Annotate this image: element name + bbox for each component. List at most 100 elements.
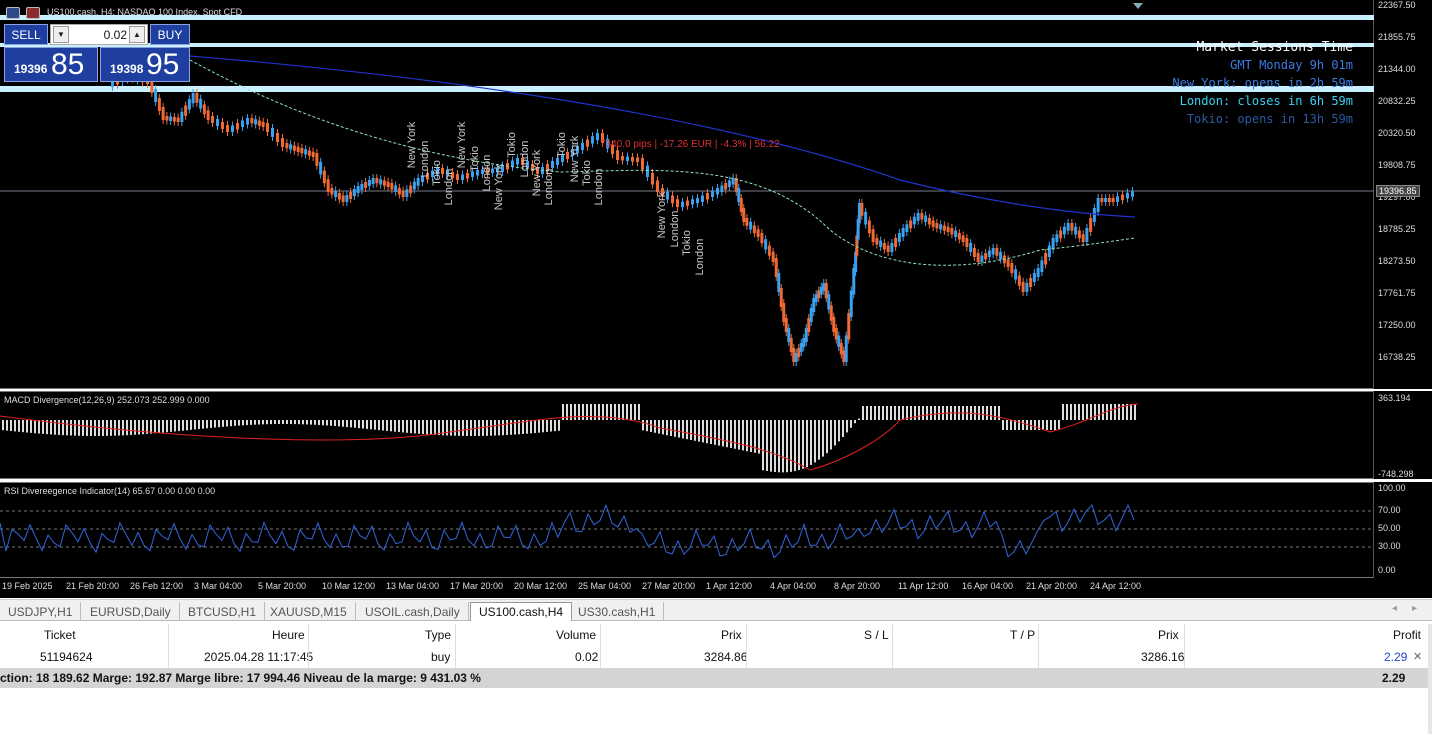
header-sl[interactable]: S / L xyxy=(864,628,889,642)
macd-histogram-bar xyxy=(834,420,836,446)
header-volume[interactable]: Volume xyxy=(556,628,596,642)
macd-histogram-bar xyxy=(402,420,404,433)
buy-button[interactable]: BUY xyxy=(150,24,190,45)
price-chart[interactable]: New York London Tokio London New York Tokio Lo… xyxy=(0,0,1374,389)
header-profit[interactable]: Profit xyxy=(1393,628,1421,642)
lot-size-stepper[interactable]: ▼ ▲ xyxy=(50,24,148,45)
candle xyxy=(1055,234,1059,242)
price-chart-canvas[interactable]: New York London Tokio LondonNew York Tokio Lo… xyxy=(0,0,1374,389)
macd-histogram-bar xyxy=(874,406,876,420)
macd-histogram-bar xyxy=(922,406,924,420)
macd-histogram-bar xyxy=(994,406,996,420)
macd-histogram-bar xyxy=(326,420,328,426)
candle xyxy=(154,89,158,102)
candle xyxy=(551,161,554,168)
macd-histogram-bar xyxy=(318,420,320,426)
macd-histogram-bar xyxy=(658,420,660,434)
macd-histogram-bar xyxy=(274,420,276,425)
macd-histogram-bar xyxy=(342,420,344,427)
macd-histogram-bar xyxy=(58,420,60,435)
chart-menu-icon[interactable] xyxy=(6,7,20,19)
candle xyxy=(931,220,935,227)
price-axis-tick: 21855.75 xyxy=(1378,32,1416,42)
table-row[interactable]: 51194624 2025.04.28 11:17:45 buy 0.02 32… xyxy=(0,646,1432,668)
header-type[interactable]: Type xyxy=(425,628,451,642)
macd-histogram-bar xyxy=(830,420,832,450)
candle xyxy=(927,218,931,225)
candle xyxy=(920,213,924,220)
macd-histogram-bar xyxy=(70,420,72,436)
macd-histogram-bar xyxy=(382,420,384,431)
chart-tab[interactable]: USOIL.cash,Daily xyxy=(357,602,469,621)
candle xyxy=(646,165,649,177)
candle xyxy=(330,188,334,195)
tab-scroll-right-icon[interactable]: ▸ xyxy=(1412,603,1417,614)
column-divider xyxy=(1038,624,1039,668)
macd-indicator[interactable]: MACD Divergence(12,26,9) 252.073 252.999… xyxy=(0,391,1374,479)
header-price[interactable]: Prix xyxy=(721,628,742,642)
macd-histogram-bar xyxy=(662,420,664,435)
chart-tab[interactable]: EURUSD,Daily xyxy=(82,602,180,621)
chart-tab[interactable]: BTCUSD,H1 xyxy=(180,602,266,621)
chart-tab[interactable]: USDJPY,H1 xyxy=(0,602,82,621)
macd-histogram-bar xyxy=(214,420,216,428)
lot-size-input[interactable] xyxy=(71,26,127,43)
header-tp[interactable]: T / P xyxy=(1010,628,1035,642)
sell-quote[interactable]: 19396 85 xyxy=(4,47,98,82)
macd-histogram-bar xyxy=(622,404,624,420)
candle xyxy=(957,233,961,240)
macd-histogram-bar xyxy=(858,418,860,420)
macd-histogram-bar xyxy=(238,420,240,426)
lot-increase-button[interactable]: ▲ xyxy=(129,26,145,43)
buy-quote[interactable]: 19398 95 xyxy=(100,47,190,82)
candle xyxy=(749,221,753,230)
macd-histogram-bar xyxy=(62,420,64,436)
macd-histogram-bar xyxy=(322,420,324,426)
macd-histogram-bar xyxy=(1078,404,1080,420)
chart-tab[interactable]: US100.cash,H4 xyxy=(470,602,573,621)
time-axis-label: 19 Feb 2025 xyxy=(2,581,53,591)
rsi-indicator[interactable]: RSI Divereegence Indicator(14) 65.67 0.0… xyxy=(0,482,1374,578)
candle xyxy=(711,190,714,197)
macd-histogram-bar xyxy=(794,420,796,472)
candle xyxy=(980,255,984,262)
candle xyxy=(686,200,689,206)
macd-histogram-bar xyxy=(378,420,380,431)
close-position-icon[interactable]: ✕ xyxy=(1413,650,1422,663)
macd-histogram-bar xyxy=(546,420,548,432)
price-axis-tick: 20832.25 xyxy=(1378,96,1416,106)
candle xyxy=(379,179,383,185)
macd-histogram-bar xyxy=(850,420,852,428)
candle xyxy=(1104,198,1108,202)
candle xyxy=(1077,230,1081,239)
rsi-axis-tick: 50.00 xyxy=(1378,523,1401,533)
header-current-price[interactable]: Prix xyxy=(1158,628,1179,642)
session-marker-label: New York xyxy=(493,163,505,210)
tab-scroll-left-icon[interactable]: ◂ xyxy=(1392,603,1397,614)
macd-label: MACD Divergence(12,26,9) 252.073 252.999… xyxy=(4,395,210,405)
chart-tab[interactable]: XAUUSD,M15 xyxy=(262,602,356,621)
macd-histogram-bar xyxy=(350,420,352,428)
candle xyxy=(367,180,371,186)
lot-decrease-button[interactable]: ▼ xyxy=(53,26,69,43)
macd-histogram-bar xyxy=(730,420,732,448)
chart-type-icon[interactable] xyxy=(26,7,40,19)
macd-histogram-bar xyxy=(178,420,180,432)
chart-tab[interactable]: US30.cash,H1 xyxy=(570,602,665,621)
candle xyxy=(954,230,958,237)
macd-histogram-bar xyxy=(22,420,24,433)
price-axis[interactable]: 22367.50 21855.75 21344.00 20832.25 20320.50… xyxy=(1374,0,1432,389)
vertical-scrollbar[interactable] xyxy=(1428,624,1432,734)
candle xyxy=(995,248,999,256)
candle xyxy=(950,228,954,235)
header-time[interactable]: Heure xyxy=(272,628,305,642)
candle xyxy=(1051,238,1055,250)
sell-button[interactable]: SELL xyxy=(4,24,48,45)
macd-histogram-bar xyxy=(162,420,164,433)
sessions-title: Market Sessions Time xyxy=(1196,40,1353,55)
macd-histogram-bar xyxy=(1094,404,1096,420)
header-ticket[interactable]: Ticket xyxy=(44,628,76,642)
session-marker-label: Tokio xyxy=(506,132,518,158)
session-new-york: New York: opens in 2h 59m xyxy=(1172,76,1353,90)
price-axis-tick: 19808.75 xyxy=(1378,160,1416,170)
